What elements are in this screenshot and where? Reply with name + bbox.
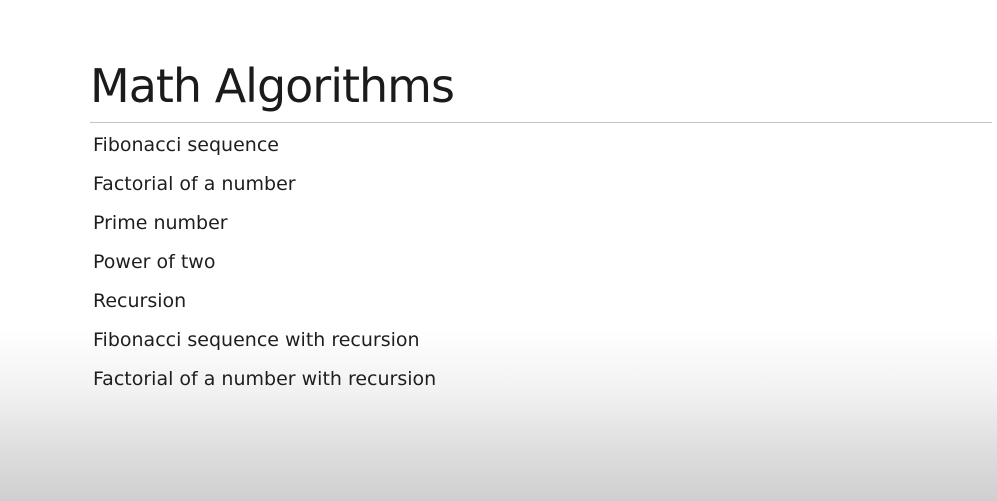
topic-item: Fibonacci sequence	[93, 134, 279, 156]
topic-item: Power of two	[93, 251, 216, 273]
topic-item: Prime number	[93, 212, 228, 234]
presentation-slide: Math Algorithms Fibonacci sequence Facto…	[0, 0, 997, 501]
topic-item: Fibonacci sequence with recursion	[93, 329, 420, 351]
slide-title: Math Algorithms	[90, 59, 455, 113]
topic-item: Factorial of a number	[93, 173, 296, 195]
topic-item: Recursion	[93, 290, 187, 312]
topic-list: Fibonacci sequence Factorial of a number…	[93, 126, 436, 399]
title-divider	[90, 122, 992, 123]
topic-item: Factorial of a number with recursion	[93, 368, 437, 390]
